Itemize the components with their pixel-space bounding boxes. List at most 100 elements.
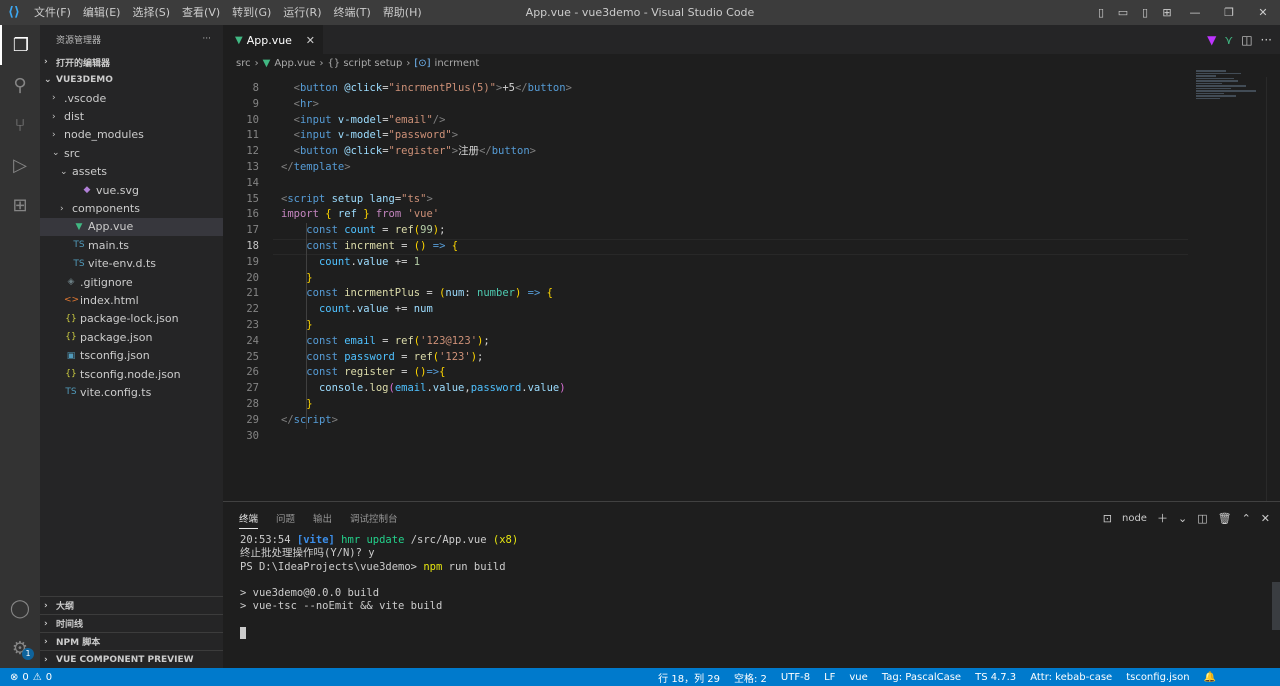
tab-close-icon[interactable]: ✕	[306, 34, 315, 47]
tsjson-file-icon: ▣	[66, 350, 76, 361]
minimize-icon[interactable]: —	[1178, 6, 1212, 19]
tree-file[interactable]: ▼ App.vue	[40, 217, 223, 237]
tree-folder[interactable]: › dist	[40, 107, 223, 125]
tree-folder[interactable]: › components	[40, 199, 223, 217]
split-editor-icon[interactable]: ◫	[1241, 33, 1252, 47]
problems-status[interactable]: ⊗ 0 ⚠ 0	[0, 672, 52, 683]
toggle-secondary-sidebar-icon[interactable]: ▯	[1134, 6, 1156, 19]
vite-icon[interactable]: ▼	[1207, 33, 1216, 47]
tree-folder[interactable]: ⌄ src	[40, 144, 223, 162]
panel-tab[interactable]: 问题	[276, 511, 295, 525]
chevron-right-icon: ›	[52, 111, 56, 122]
customize-layout-icon[interactable]: ⊞	[1156, 6, 1178, 19]
terminal-output[interactable]: 20:53:54 [vite] hmr update /src/App.vue …	[240, 534, 518, 640]
line-number: 10	[246, 113, 259, 126]
account-icon[interactable]: ◯	[0, 588, 40, 628]
breadcrumb-symbol[interactable]: incrment	[435, 58, 480, 69]
tree-folder[interactable]: › .vscode	[40, 89, 223, 107]
terminal-shell-label[interactable]: node	[1122, 513, 1147, 524]
tree-file[interactable]: TS vite.config.ts	[40, 383, 223, 401]
chevron-down-icon[interactable]: ⌄	[1178, 512, 1187, 525]
close-icon[interactable]: ✕	[1246, 6, 1280, 19]
editor-more-icon[interactable]: ···	[1261, 33, 1272, 47]
tree-file[interactable]: TS main.ts	[40, 236, 223, 254]
split-terminal-icon[interactable]: ◫	[1197, 512, 1207, 525]
tree-file[interactable]: ◆ vue.svg	[40, 181, 223, 199]
sidebar-section[interactable]: › VUE COMPONENT PREVIEW	[40, 650, 223, 668]
menu-item[interactable]: 查看(V)	[176, 0, 226, 25]
code-editor[interactable]: 8 <button @click="incrmentPlus(5)">+5</b…	[223, 77, 1280, 501]
code-text: }	[306, 398, 313, 410]
panel-tab[interactable]: 终端	[239, 511, 259, 529]
code-line: 14	[223, 176, 1223, 192]
restore-icon[interactable]: ❐	[1212, 6, 1246, 19]
code-line: 19 count.value += 1	[223, 255, 1223, 271]
status-item[interactable]: vue	[849, 672, 867, 683]
kill-terminal-icon[interactable]: 🗑	[1218, 512, 1232, 525]
breadcrumb-script[interactable]: {} script setup	[327, 58, 402, 69]
tree-item-label: .vscode	[64, 91, 107, 105]
line-number: 25	[246, 350, 259, 363]
new-terminal-icon[interactable]: ＋	[1157, 510, 1168, 526]
tab-app-vue[interactable]: ▼ App.vue ✕	[223, 25, 323, 54]
more-actions-icon[interactable]: ···	[202, 34, 211, 44]
panel-tab[interactable]: 调试控制台	[350, 511, 398, 525]
breadcrumb-src[interactable]: src	[236, 58, 251, 69]
settings-gear-icon[interactable]: ⚙ 1	[0, 628, 40, 668]
chevron-right-icon: ›	[60, 203, 64, 214]
editor-scrollbar[interactable]	[1266, 77, 1280, 501]
breadcrumb-file[interactable]: App.vue	[274, 58, 315, 69]
status-item[interactable]: UTF-8	[781, 672, 810, 683]
tree-file[interactable]: {} package.json	[40, 328, 223, 346]
status-item[interactable]: Attr: kebab-case	[1030, 672, 1112, 683]
minimap[interactable]	[1196, 70, 1266, 110]
menu-item[interactable]: 选择(S)	[126, 0, 176, 25]
tree-folder[interactable]: › node_modules	[40, 126, 223, 144]
project-section[interactable]: ⌄ VUE3DEMO	[40, 71, 223, 89]
menu-item[interactable]: 编辑(E)	[77, 0, 127, 25]
status-item[interactable]: LF	[824, 672, 835, 683]
search-icon[interactable]: ⚲	[0, 65, 40, 105]
status-item[interactable]: Tag: PascalCase	[882, 672, 961, 683]
status-item[interactable]: TS 4.7.3	[975, 672, 1016, 683]
line-number: 18	[246, 240, 259, 252]
sidebar-section[interactable]: › 大纲	[40, 596, 223, 614]
tree-file[interactable]: TS vite-env.d.ts	[40, 255, 223, 273]
chevron-right-icon: ›	[44, 600, 48, 611]
close-panel-icon[interactable]: ✕	[1261, 512, 1270, 525]
vue-preview-icon[interactable]: ⋎	[1224, 33, 1233, 47]
tree-item-label: package.json	[80, 330, 153, 344]
terminal-scrollbar[interactable]	[1272, 582, 1280, 630]
window-controls: ▯ ▭ ▯ ⊞ — ❐ ✕	[1090, 0, 1280, 25]
chevron-right-icon: ›	[406, 57, 411, 69]
tree-file[interactable]: {} package-lock.json	[40, 310, 223, 328]
tree-file[interactable]: ▣ tsconfig.json	[40, 346, 223, 364]
toggle-panel-icon[interactable]: ▭	[1112, 6, 1134, 19]
sidebar-section[interactable]: › 时间线	[40, 614, 223, 632]
code-line: 28 }	[223, 397, 1223, 413]
tree-file[interactable]: {} tsconfig.node.json	[40, 365, 223, 383]
extensions-icon[interactable]: ⊞	[0, 185, 40, 225]
menu-item[interactable]: 转到(G)	[226, 0, 277, 25]
code-text: import { ref } from 'vue'	[281, 208, 440, 221]
menu-item[interactable]: 文件(F)	[28, 0, 77, 25]
sidebar-section[interactable]: › NPM 脚本	[40, 632, 223, 650]
status-item[interactable]: 行 18，列 29	[658, 670, 720, 685]
menu-item[interactable]: 终端(T)	[328, 0, 377, 25]
tree-file[interactable]: ◈ .gitignore	[40, 273, 223, 291]
status-item[interactable]: tsconfig.json	[1126, 672, 1189, 683]
menu-item[interactable]: 运行(R)	[277, 0, 327, 25]
menu-item[interactable]: 帮助(H)	[377, 0, 428, 25]
toggle-primary-sidebar-icon[interactable]: ▯	[1090, 6, 1112, 19]
tree-folder[interactable]: ⌄ assets	[40, 163, 223, 181]
source-control-icon[interactable]: ⑂	[0, 105, 40, 145]
maximize-panel-icon[interactable]: ⌃	[1242, 512, 1251, 525]
open-editors-section[interactable]: › 打开的编辑器	[40, 53, 223, 71]
run-debug-icon[interactable]: ▷	[0, 145, 40, 185]
tree-file[interactable]: <> index.html	[40, 291, 223, 309]
status-item[interactable]: 空格: 2	[734, 670, 767, 685]
notifications-icon[interactable]: 🔔	[1204, 672, 1216, 683]
explorer-icon[interactable]: ❐	[0, 25, 40, 65]
panel-tab[interactable]: 输出	[313, 511, 332, 525]
line-number: 11	[246, 129, 259, 142]
